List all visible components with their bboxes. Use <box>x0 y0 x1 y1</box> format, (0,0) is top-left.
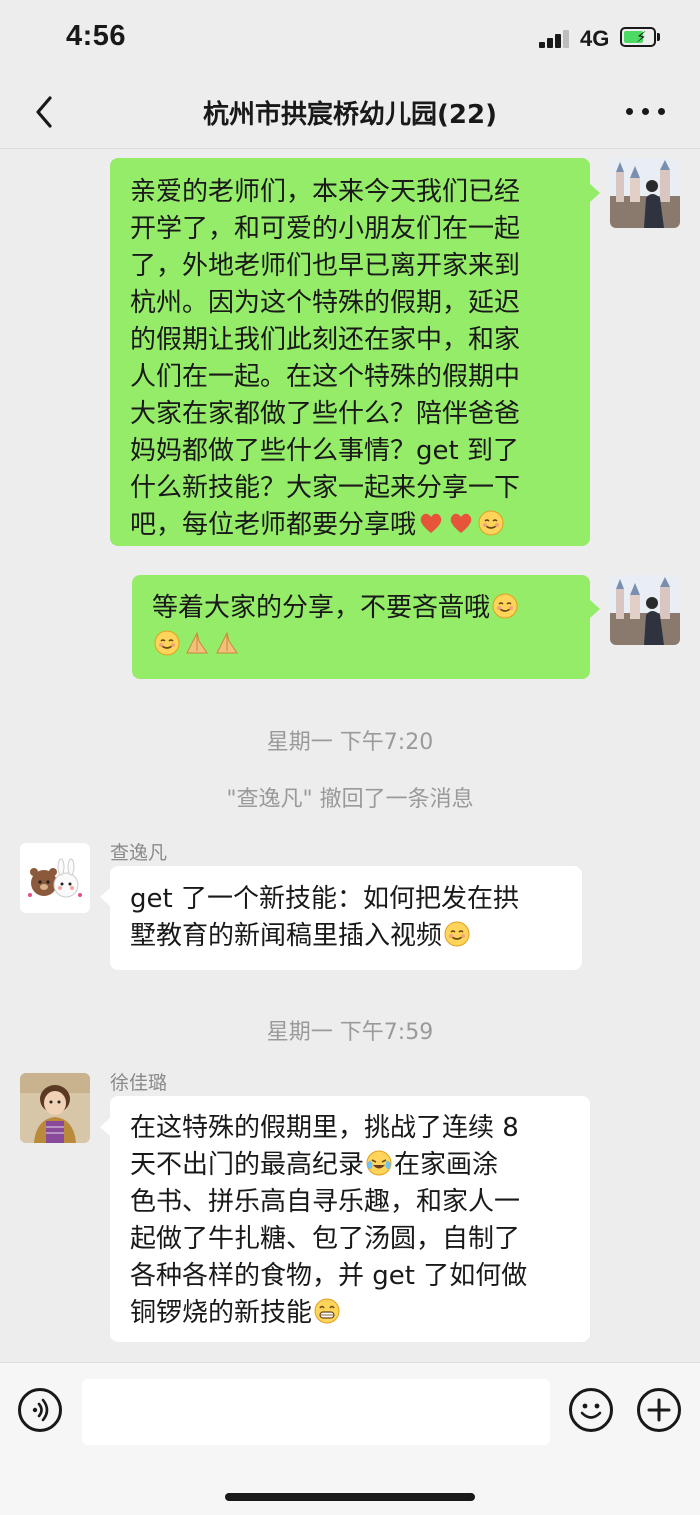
message-line: 的假期让我们此刻还在家中，和家 <box>130 325 521 355</box>
sender-name: 查逸凡 <box>110 842 168 864</box>
my-avatar[interactable] <box>610 575 680 645</box>
chat-title: 杭州市拱宸桥幼儿园(22) <box>203 100 497 130</box>
bubble-tail <box>100 888 110 906</box>
smile-emoji-icon <box>492 593 518 619</box>
message-line: get 了一个新技能：如何把发在拱 <box>130 884 519 914</box>
message-line: 各种各样的食物，并 get 了如何做 <box>130 1261 528 1291</box>
message-line: 在这特殊的假期里，挑战了连续 8 <box>130 1113 519 1143</box>
more-options-button[interactable] <box>626 106 666 118</box>
plus-icon <box>647 1398 671 1422</box>
smile-emoji-icon <box>478 510 504 536</box>
smile-emoji-icon <box>444 921 470 947</box>
heart-emoji-icon <box>450 513 472 533</box>
contact-message-bubble[interactable]: get 了一个新技能：如何把发在拱 墅教育的新闻稿里插入视频 <box>110 866 582 970</box>
battery-tip <box>657 33 660 41</box>
status-time: 4:56 <box>66 20 127 52</box>
status-bar: 4:56 4G ⚡ <box>0 0 700 78</box>
my-avatar[interactable] <box>610 158 680 228</box>
chat-header: 杭州市拱宸桥幼儿园(22) <box>0 78 700 149</box>
smile-emoji-icon <box>154 630 180 656</box>
timestamp: 星期一 下午7:59 <box>266 1020 434 1045</box>
network-label: 4G <box>580 26 610 51</box>
my-message-bubble[interactable]: 亲爱的老师们，本来今天我们已经 开学了，和可爱的小朋友们在一起 了，外地老师们也… <box>110 158 590 546</box>
message-line: 杭州。因为这个特殊的假期，延迟 <box>130 288 521 318</box>
contact-avatar[interactable] <box>20 1073 90 1143</box>
emoji-button[interactable] <box>569 1388 613 1432</box>
castle-photo-avatar <box>610 575 680 645</box>
my-message-bubble[interactable]: 等着大家的分享，不要吝啬哦 <box>132 575 590 679</box>
castle-photo-avatar <box>610 158 680 228</box>
smiley-icon <box>580 1403 602 1419</box>
message-line: 铜锣烧的新技能 <box>130 1295 570 1332</box>
timestamp: 星期一 下午7:20 <box>266 730 434 755</box>
message-line: 大家在家都做了些什么？陪伴爸爸 <box>130 399 521 429</box>
pray-hands-emoji-icon <box>216 631 238 654</box>
battery-icon: ⚡ <box>620 27 656 47</box>
heart-emoji-icon <box>420 513 442 533</box>
message-line: 什么新技能？大家一起来分享一下 <box>130 473 521 503</box>
message-text: 等着大家的分享，不要吝啬哦 <box>152 593 491 623</box>
message-input[interactable] <box>82 1379 550 1445</box>
message-line: 妈妈都做了些什么事情？get 到了 <box>130 436 519 466</box>
message-line: 天不出门的最高纪录 在家画涂 <box>130 1147 570 1184</box>
sender-name: 徐佳璐 <box>110 1072 168 1094</box>
message-line: 人们在一起。在这个特殊的假期中 <box>130 362 521 392</box>
home-indicator[interactable] <box>225 1493 475 1501</box>
message-line: 等着大家的分享，不要吝啬哦 <box>152 590 570 627</box>
message-text: 天不出门的最高纪录 <box>130 1150 365 1180</box>
message-line <box>152 627 570 664</box>
message-text: 墅教育的新闻稿里插入视频 <box>130 921 443 951</box>
message-text: 铜锣烧的新技能 <box>130 1298 313 1328</box>
bubble-tail <box>100 1118 110 1136</box>
message-text: 吧，每位老师都要分享哦 <box>130 510 417 540</box>
pray-hands-emoji-icon <box>186 631 208 654</box>
message-line: 墅教育的新闻稿里插入视频 <box>130 918 562 955</box>
message-line: 了，外地老师们也早已离开家来到 <box>130 251 521 281</box>
bubble-tail <box>590 600 600 618</box>
voice-icon <box>32 1398 49 1422</box>
message-text: 在家画涂 <box>394 1150 499 1180</box>
message-line: 色书、拼乐高自寻乐趣，和家人一 <box>130 1187 521 1217</box>
plus-button[interactable] <box>637 1388 681 1432</box>
input-bar <box>0 1362 700 1515</box>
recall-notice: "查逸凡" 撤回了一条消息 <box>226 787 474 812</box>
bear-bunny-avatar <box>20 843 90 913</box>
child-photo-avatar <box>20 1073 90 1143</box>
signal-icon <box>539 30 573 48</box>
message-line-last: 吧，每位老师都要分享哦 <box>130 507 570 544</box>
tears-of-joy-emoji-icon <box>366 1150 392 1176</box>
grin-emoji-icon <box>314 1298 340 1324</box>
message-line: 起做了牛扎糖、包了汤圆，自制了 <box>130 1224 521 1254</box>
contact-avatar[interactable] <box>20 843 90 913</box>
message-line: 亲爱的老师们，本来今天我们已经 <box>130 177 521 207</box>
voice-button[interactable] <box>18 1388 62 1432</box>
contact-message-bubble[interactable]: 在这特殊的假期里，挑战了连续 8 天不出门的最高纪录 在家画涂 色书、拼乐高自寻乐… <box>110 1096 590 1342</box>
bubble-tail <box>590 184 600 202</box>
message-line: 开学了，和可爱的小朋友们在一起 <box>130 214 521 244</box>
